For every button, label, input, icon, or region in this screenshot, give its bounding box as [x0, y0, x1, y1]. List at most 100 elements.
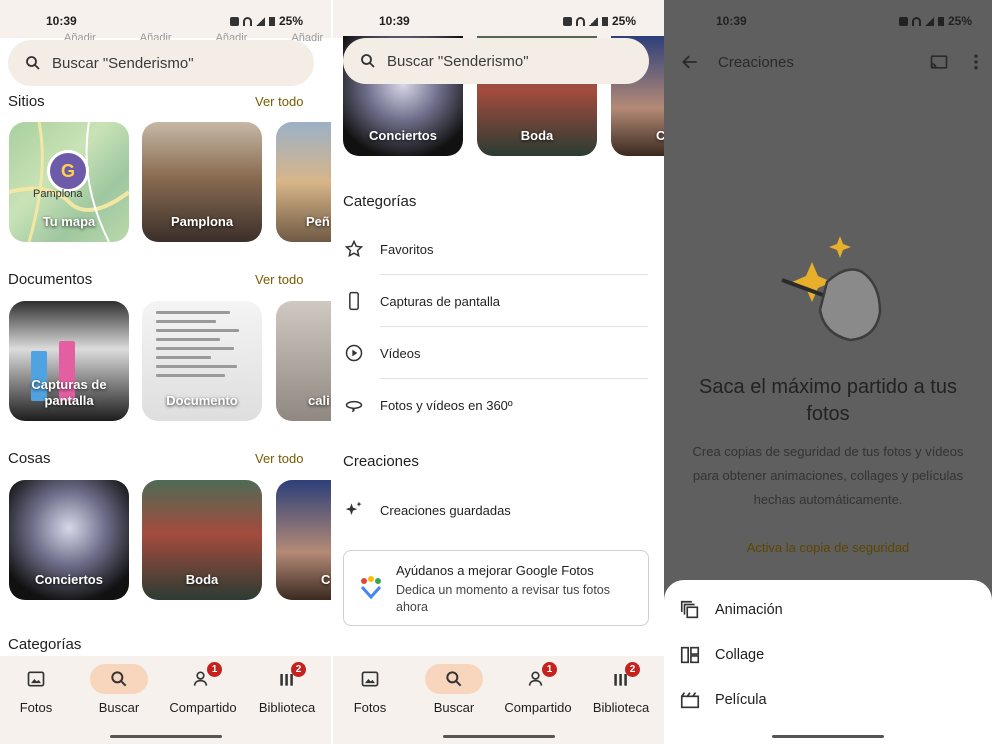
home-indicator: [442, 735, 555, 738]
badge: 1: [542, 662, 557, 677]
signal-icon: [255, 16, 265, 26]
nav-label: Buscar: [433, 700, 475, 715]
signal-icon: [588, 16, 598, 26]
feedback-desc: Dedica un momento a revisar tus fotos ah…: [396, 583, 610, 614]
creaciones-guardadas[interactable]: Creaciones guardadas: [343, 484, 649, 536]
status-time: 10:39: [379, 14, 410, 28]
nav-label: Fotos: [19, 700, 53, 715]
nav-label: Biblioteca: [592, 700, 650, 715]
collage-icon: [680, 646, 700, 664]
bottom-nav: Fotos Buscar 1 Compartido 2 Biblioteca: [0, 656, 331, 744]
battery-level: 25%: [611, 14, 636, 28]
tile-boda[interactable]: Boda: [142, 480, 262, 600]
tile-conciertos[interactable]: Conciertos: [9, 480, 129, 600]
tile-label: C: [656, 127, 664, 143]
category-label: Fotos y vídeos en 360º: [380, 397, 513, 413]
nav-fotos[interactable]: Fotos: [333, 664, 410, 715]
wifi-icon: [575, 16, 585, 26]
sheet-item-collage[interactable]: Collage: [679, 635, 977, 675]
status-bar: 10:39 25%: [333, 0, 664, 38]
see-all-cosas[interactable]: Ver todo: [255, 451, 303, 466]
more-vert-icon[interactable]: [972, 52, 980, 72]
see-all-sitios[interactable]: Ver todo: [255, 94, 303, 109]
nav-buscar[interactable]: Buscar: [79, 664, 159, 715]
search-icon: [361, 54, 375, 68]
tile-c[interactable]: C: [276, 480, 331, 600]
battery-level: 25%: [947, 14, 972, 28]
sparkle-icon: [345, 501, 362, 515]
map-pin: G: [47, 150, 89, 192]
wifi-icon: [911, 16, 921, 26]
nav-biblioteca[interactable]: 2 Biblioteca: [247, 662, 327, 715]
search-input[interactable]: Buscar "Senderismo": [8, 40, 314, 86]
home-indicator: [109, 735, 222, 738]
search-categories-screen: 10:39 25% Conciertos Boda C Buscar "Send…: [333, 0, 664, 744]
search-placeholder: Buscar "Senderismo": [52, 54, 194, 72]
search-icon: [26, 56, 40, 70]
category-favoritos[interactable]: Favoritos: [343, 223, 649, 275]
sheet-item-animacion[interactable]: Animación: [679, 590, 977, 630]
vibrate-icon: [229, 16, 239, 26]
tile-label: Pamplona: [170, 213, 234, 229]
nav-label: Compartido: [169, 700, 237, 715]
search-icon: [111, 671, 127, 687]
bottom-sheet: Animación Collage Película: [664, 580, 992, 744]
search-input[interactable]: Buscar "Senderismo": [343, 38, 649, 84]
tile-pamplona[interactable]: Pamplona: [142, 122, 262, 242]
activate-backup-link[interactable]: Activa la copia de seguridad: [664, 540, 992, 555]
tile-capturas[interactable]: Capturas de pantalla: [9, 301, 129, 421]
category-videos[interactable]: Vídeos: [343, 327, 649, 379]
nav-biblioteca[interactable]: 2 Biblioteca: [581, 662, 661, 715]
tile-label: Boda: [185, 571, 219, 587]
vibrate-icon: [562, 16, 572, 26]
feedback-card[interactable]: Ayúdanos a mejorar Google Fotos Dedica u…: [343, 550, 649, 626]
nav-fotos[interactable]: Fotos: [0, 664, 76, 715]
page-title: Creaciones: [718, 53, 794, 71]
tile-documento[interactable]: Documento: [142, 301, 262, 421]
status-bar: 10:39 25% Añadir Añadir Añadir Añadir: [0, 0, 331, 44]
category-capturas[interactable]: Capturas de pantalla: [343, 275, 649, 327]
cast-icon[interactable]: [928, 52, 950, 72]
wifi-icon: [242, 16, 252, 26]
tile-label: cali: [308, 392, 330, 408]
category-label: Capturas de pantalla: [380, 293, 500, 309]
nav-label: Buscar: [98, 700, 140, 715]
hero-description: Crea copias de seguridad de tus fotos y …: [692, 444, 964, 508]
status-time: 10:39: [716, 14, 747, 28]
tile-tu-mapa[interactable]: G Pamplona Tu mapa: [9, 122, 129, 242]
animation-icon: [680, 600, 699, 619]
map-place-label: Pamplona: [33, 188, 83, 200]
tile-pen[interactable]: Peñ: [276, 122, 331, 242]
badge: 2: [625, 662, 640, 677]
nav-label: Fotos: [353, 700, 387, 715]
category-label: Favoritos: [380, 241, 434, 257]
photo-icon: [361, 671, 379, 687]
nav-compartido[interactable]: 1 Compartido: [163, 662, 243, 715]
category-label: Vídeos: [380, 345, 421, 361]
360-icon: [345, 400, 363, 413]
tile-cali[interactable]: cali: [276, 301, 331, 421]
category-360[interactable]: Fotos y vídeos en 360º: [343, 379, 649, 431]
badge: 2: [291, 662, 306, 677]
nav-buscar[interactable]: Buscar: [414, 664, 494, 715]
home-indicator: [772, 735, 884, 738]
creations-label: Creaciones guardadas: [380, 502, 511, 518]
section-title-creaciones: Creaciones: [343, 453, 419, 470]
tile-label: C: [321, 571, 331, 587]
search-icon: [446, 671, 462, 687]
see-all-documentos[interactable]: Ver todo: [255, 272, 303, 287]
tile-label: Peñ: [306, 213, 330, 229]
google-photos-feedback-icon: [360, 576, 382, 600]
creaciones-screen: 10:39 25% Creaciones Saca el máximo part…: [664, 0, 992, 744]
section-title-sitios: Sitios: [8, 93, 45, 110]
phone-icon: [349, 291, 359, 311]
movie-icon: [680, 692, 700, 709]
battery-level: 25%: [278, 14, 303, 28]
app-bar: Creaciones: [664, 38, 992, 86]
search-screen: 10:39 25% Añadir Añadir Añadir Añadir Bu…: [0, 0, 331, 744]
nav-compartido[interactable]: 1 Compartido: [498, 662, 578, 715]
tile-label: Boda: [520, 127, 554, 143]
sheet-item-pelicula[interactable]: Película: [679, 680, 977, 720]
tile-label: Tu mapa: [42, 213, 96, 229]
back-arrow-icon[interactable]: [680, 52, 700, 72]
